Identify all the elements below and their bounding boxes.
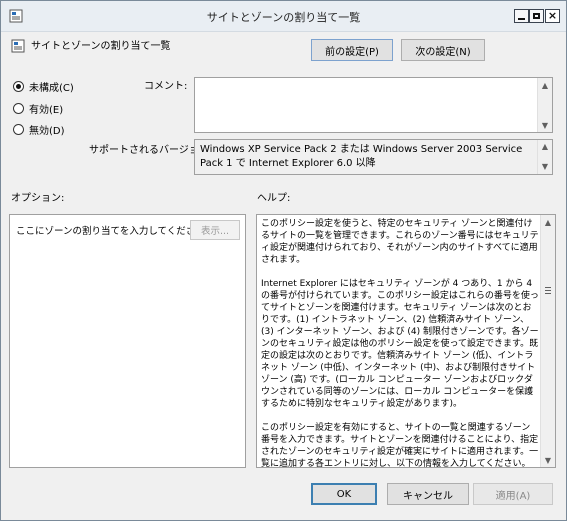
apply-button[interactable]: 適用(A): [473, 483, 553, 505]
radio-disabled[interactable]: 無効(D): [13, 122, 65, 137]
help-text: このポリシー設定を使うと、特定のセキュリティ ゾーンと関連付けるサイトの一覧を管…: [261, 219, 539, 469]
scroll-thumb-grip-icon[interactable]: [545, 287, 551, 288]
scroll-up-arrow-icon[interactable]: ▲: [538, 78, 552, 92]
radio-button[interactable]: [13, 103, 24, 114]
radio-label-enabled: 有効(E): [29, 105, 64, 116]
ok-button[interactable]: OK: [311, 483, 377, 505]
close-button[interactable]: ×: [545, 9, 560, 23]
radio-label-not-configured: 未構成(C): [29, 83, 74, 94]
scroll-down-arrow-icon[interactable]: ▼: [538, 160, 552, 174]
scroll-thumb-grip-icon[interactable]: [545, 290, 551, 291]
minimize-icon: [518, 17, 525, 20]
supported-on-text: Windows XP Service Pack 2 または Windows Se…: [200, 144, 523, 169]
title-bar[interactable]: サイトとゾーンの割り当て一覧 ×: [1, 1, 566, 32]
zone-assignment-prompt: ここにゾーンの割り当てを入力してください。: [16, 226, 215, 237]
radio-label-disabled: 無効(D): [29, 126, 65, 137]
help-label: ヘルプ:: [257, 193, 291, 204]
maximize-icon: [533, 13, 540, 19]
scroll-down-arrow-icon[interactable]: ▼: [541, 453, 555, 467]
comment-label: コメント:: [144, 81, 188, 92]
supported-scrollbar[interactable]: ▲ ▼: [537, 140, 552, 174]
close-icon: ×: [547, 9, 558, 22]
scroll-up-arrow-icon[interactable]: ▲: [538, 140, 552, 154]
radio-enabled[interactable]: 有効(E): [13, 101, 63, 116]
options-pane: ここにゾーンの割り当てを入力してください。 表示...: [9, 214, 246, 468]
setting-title: サイトとゾーンの割り当て一覧: [31, 41, 171, 52]
scroll-thumb-grip-icon[interactable]: [545, 293, 551, 294]
options-label: オプション:: [11, 193, 65, 204]
cancel-button[interactable]: キャンセル: [387, 483, 469, 505]
supported-on-value: Windows XP Service Pack 2 または Windows Se…: [194, 139, 553, 175]
previous-setting-button[interactable]: 前の設定(P): [311, 39, 393, 61]
setting-icon: [11, 39, 25, 53]
show-button[interactable]: 表示...: [190, 220, 240, 240]
help-scrollbar[interactable]: ▲ ▼: [540, 215, 555, 467]
next-setting-button[interactable]: 次の設定(N): [401, 39, 485, 61]
scroll-up-arrow-icon[interactable]: ▲: [541, 215, 555, 229]
radio-button-selected[interactable]: [13, 81, 24, 92]
minimize-button[interactable]: [514, 9, 529, 23]
radio-button[interactable]: [13, 124, 24, 135]
policy-dialog-window: サイトとゾーンの割り当て一覧 × サイトとゾーンの割り当て一覧 前の設定(P) …: [0, 0, 567, 521]
scroll-down-arrow-icon[interactable]: ▼: [538, 118, 552, 132]
maximize-button[interactable]: [529, 9, 544, 23]
window-title: サイトとゾーンの割り当て一覧: [206, 11, 361, 24]
radio-not-configured[interactable]: 未構成(C): [13, 79, 74, 94]
comment-scrollbar[interactable]: ▲ ▼: [537, 78, 552, 132]
help-pane: このポリシー設定を使うと、特定のセキュリティ ゾーンと関連付けるサイトの一覧を管…: [256, 214, 556, 469]
comment-textarea[interactable]: ▲ ▼: [194, 77, 553, 133]
